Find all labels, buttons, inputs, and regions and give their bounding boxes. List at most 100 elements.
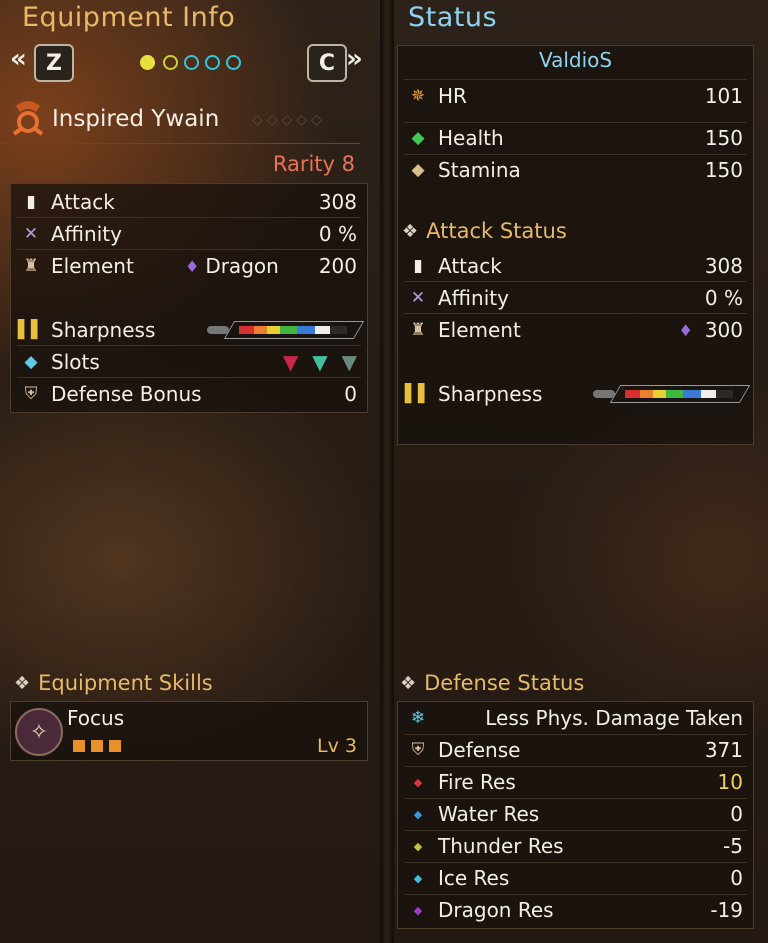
stat-row-defense-bonus: ⛨ Defense Bonus 0 [11, 379, 367, 409]
sharpness-icon: ▌▌ [17, 320, 45, 340]
skill-level: Lv 3 [317, 735, 357, 757]
defense-row: ⛨ Defense 371 [398, 735, 753, 765]
rarity-label: Rarity 8 [272, 152, 355, 176]
element-icon: ♜ [23, 256, 39, 276]
focus-skill-icon: ✧ [15, 708, 63, 756]
stat-row-affinity: ✕ Affinity 0 % [11, 219, 367, 249]
sharpness-gauge [207, 321, 365, 339]
status-row-attack: ▮ Attack 308 [398, 251, 753, 281]
dragon-element-icon: ♦ [184, 256, 200, 276]
status-row-element: ♜ Element ♦ 300 [398, 315, 753, 345]
shield-icon: ⛨ [411, 740, 425, 760]
defense-bonus-label: Defense Bonus [51, 382, 202, 406]
affinity-value: 0 % [704, 286, 743, 310]
stamina-label: Stamina [438, 158, 521, 182]
res-value: 0 [730, 802, 743, 826]
skill-level-pip [73, 740, 85, 752]
attack-label: Attack [438, 254, 502, 278]
skill-level-pip [91, 740, 103, 752]
status-title: Status [408, 2, 498, 33]
res-value: 0 [730, 866, 743, 890]
status-panel: ValdioS ✵ HR 101 ◆ Health 150 ◆ Stamina … [397, 45, 754, 445]
prev-weapon-key[interactable]: Z [34, 44, 74, 82]
attack-label: Attack [51, 190, 115, 214]
defense-skill-icon: ❄ [410, 708, 426, 728]
hr-label: HR [438, 84, 467, 108]
defense-skill-label: Less Phys. Damage Taken [485, 706, 743, 730]
stat-row-slots: ◆ Slots ▼ ▼ ▼ [11, 347, 367, 377]
affinity-icon: ✕ [410, 288, 426, 308]
next-weapon-key[interactable]: C [307, 44, 347, 82]
page-dot-1[interactable] [140, 55, 155, 70]
defense-value: 371 [704, 738, 743, 762]
sharpness-icon: ▌▌ [404, 384, 432, 404]
defense-status-title: Defense Status [424, 671, 585, 695]
equipment-skills-title: Equipment Skills [38, 671, 213, 695]
page-dot-4[interactable] [205, 55, 220, 70]
page-dot-2[interactable] [163, 55, 178, 70]
res-label: Ice Res [438, 866, 510, 890]
attack-status-title: Attack Status [426, 219, 567, 243]
slots-icon: ◆ [24, 352, 38, 372]
page-dot-3[interactable] [184, 55, 199, 70]
row-divider [17, 249, 361, 250]
skill-panel[interactable]: ✧ Focus Lv 3 [10, 701, 368, 761]
res-row: ◆ Water Res 0 [398, 799, 753, 829]
stat-row-element: ♜ Element ♦ Dragon 200 [11, 251, 367, 281]
row-divider [404, 281, 747, 282]
res-label: Water Res [438, 802, 540, 826]
weapon-class-icon [8, 98, 48, 142]
weapon-name: Inspired Ywain [52, 106, 220, 132]
defense-panel: ❄ Less Phys. Damage Taken ⛨ Defense 371 … [397, 701, 754, 929]
sharpness-label: Sharpness [438, 382, 543, 406]
res-row: ◆ Ice Res 0 [398, 863, 753, 893]
row-divider [17, 377, 361, 378]
layers-icon: ❖ [402, 220, 419, 242]
skill-name: Focus [67, 706, 125, 730]
player-name: ValdioS [538, 48, 613, 72]
name-underline [0, 143, 360, 144]
hunter-rank-icon: ✵ [410, 86, 426, 106]
row-divider [17, 345, 361, 346]
health-label: Health [438, 126, 504, 150]
layers-icon: ❖ [400, 672, 417, 694]
res-diamond-icon: ◆ [413, 807, 423, 821]
health-value: 150 [704, 126, 743, 150]
res-label: Fire Res [438, 770, 516, 794]
prev-chevron-icon: « [10, 44, 27, 74]
element-type: Dragon [205, 254, 279, 278]
defense-bonus-value: 0 [344, 382, 357, 406]
status-row-health: ◆ Health 150 [398, 123, 753, 153]
slot-grey-icon[interactable]: ▼ [342, 350, 357, 374]
equipment-skills-heading: ❖ Equipment Skills [14, 671, 213, 695]
page-dot-5[interactable] [226, 55, 241, 70]
res-label: Thunder Res [438, 834, 564, 858]
status-row-hr: ✵ HR 101 [398, 81, 753, 111]
res-label: Dragon Res [438, 898, 554, 922]
res-value: 10 [717, 770, 743, 794]
element-icon: ♜ [410, 320, 426, 340]
shield-icon: ⛨ [24, 384, 38, 404]
attack-icon: ▮ [26, 192, 36, 212]
affinity-value: 0 % [318, 222, 357, 246]
slots-label: Slots [51, 350, 100, 374]
res-row: ◆ Fire Res 10 [398, 767, 753, 797]
res-row: ◆ Dragon Res -19 [398, 895, 753, 925]
skill-level-pips [73, 740, 121, 752]
res-row: ◆ Thunder Res -5 [398, 831, 753, 861]
attack-value: 308 [318, 190, 357, 214]
hr-value: 101 [704, 84, 743, 108]
res-diamond-icon: ◆ [413, 903, 423, 917]
weapon-stats-panel: ▮ Attack 308 ✕ Affinity 0 % ♜ Element ♦ … [10, 183, 368, 413]
health-icon: ◆ [411, 128, 425, 148]
row-divider [404, 313, 747, 314]
element-value: 300 [704, 318, 743, 342]
status-row-affinity: ✕ Affinity 0 % [398, 283, 753, 313]
stamina-value: 150 [704, 158, 743, 182]
slot-red-icon[interactable]: ▼ [283, 350, 298, 374]
affinity-icon: ✕ [23, 224, 39, 244]
row-divider [404, 79, 747, 80]
attack-status-heading: ❖ Attack Status [402, 219, 567, 243]
res-value: -5 [723, 834, 743, 858]
slot-teal-icon[interactable]: ▼ [312, 350, 327, 374]
